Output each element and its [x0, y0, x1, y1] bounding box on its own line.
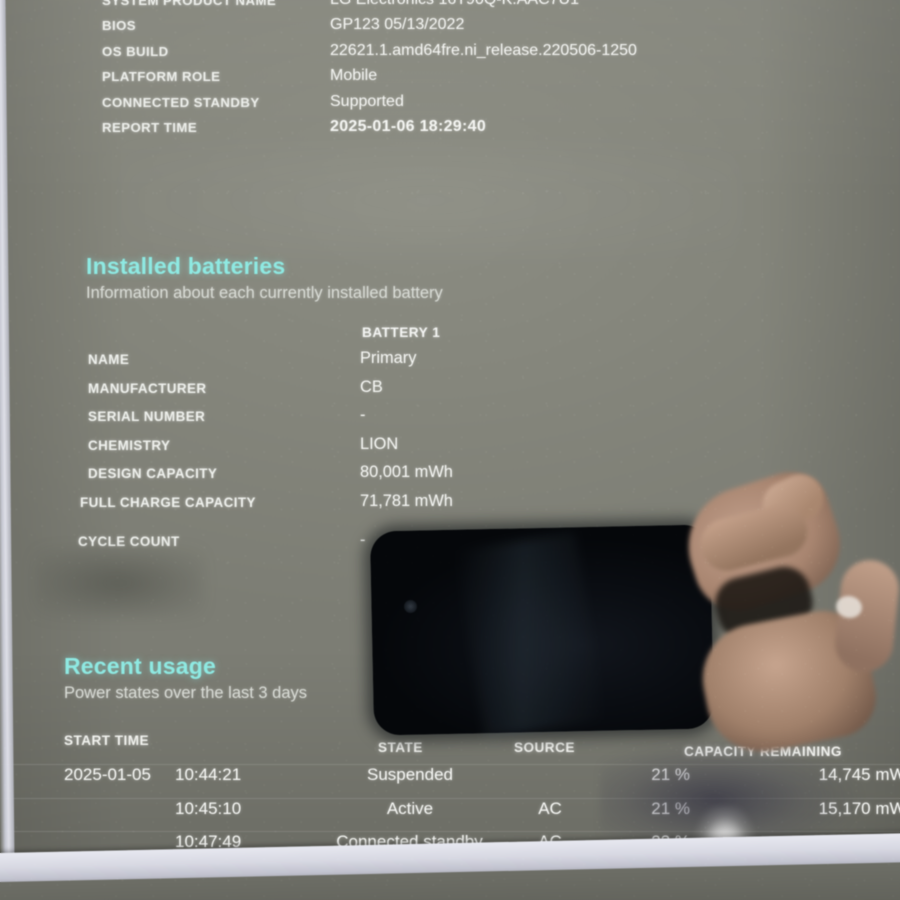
row-capacity-mwh: 15,170 mWh [818, 798, 900, 818]
system-info-value: Mobile [330, 67, 378, 85]
battery-report-content: SYSTEM PRODUCT NAME LG Electronics 16T90… [0, 0, 900, 900]
system-info-value: 22621.1.amd64fre.ni_release.220506-1250 [330, 41, 637, 59]
battery-detail-value: LION [360, 434, 399, 453]
system-information-table: SYSTEM PRODUCT NAME LG Electronics 16T90… [0, 0, 900, 145]
system-info-value: GP123 05/13/2022 [330, 16, 465, 34]
recent-usage-header-row: START TIME STATE SOURCE CAPACITY REMAINI… [0, 731, 900, 764]
battery-detail-row: DESIGN CAPACITY 80,001 mWh [0, 463, 900, 495]
battery-detail-label: DESIGN CAPACITY [88, 466, 218, 482]
row-time: 10:44:21 [175, 765, 242, 784]
system-info-row: BIOS GP123 05/13/2022 [0, 16, 900, 43]
system-info-row: OS BUILD 22621.1.amd64fre.ni_release.220… [0, 41, 900, 69]
installed-batteries-subtitle: Information about each currently install… [86, 284, 443, 302]
battery-detail-row: NAME Primary [0, 349, 900, 381]
row-date: 2025-01-05 [64, 765, 151, 784]
row-state: Suspended [366, 765, 454, 784]
battery-detail-row: MANUFACTURER CB [0, 377, 900, 410]
system-info-row: CONNECTED STANDBY Supported [0, 92, 900, 120]
battery-detail-row: FULL CHARGE CAPACITY 71,781 mWh [0, 491, 900, 534]
column-header-state: STATE [378, 740, 423, 755]
row-state: Active [386, 798, 434, 818]
system-info-row: REPORT TIME 2025-01-06 18:29:40 [0, 117, 900, 145]
battery-detail-value: - [360, 406, 366, 425]
battery-detail-value: - [360, 530, 366, 549]
recent-usage-title: Recent usage [64, 653, 216, 679]
row-percent: 21 % [651, 765, 690, 784]
battery-detail-label: FULL CHARGE CAPACITY [80, 494, 256, 510]
row-percent: 21 % [651, 798, 690, 818]
battery-detail-value: Primary [360, 349, 417, 367]
system-info-label: PLATFORM ROLE [102, 69, 221, 85]
column-header-capacity-remaining: CAPACITY REMAINING [684, 744, 842, 759]
system-info-value: LG Electronics 16T90Q-K.AAC7U1 [330, 0, 579, 9]
system-info-label: BIOS [102, 18, 137, 34]
battery-detail-label: NAME [88, 352, 130, 367]
battery-detail-label: CHEMISTRY [88, 437, 171, 453]
system-info-value: Supported [330, 92, 404, 110]
column-header-start-time: START TIME [64, 733, 150, 748]
battery-detail-row: CYCLE COUNT - [0, 530, 900, 563]
installed-batteries-section-header: Installed batteries Information about ea… [86, 253, 443, 303]
system-info-label: CONNECTED STANDBY [102, 94, 260, 110]
system-info-row: PLATFORM ROLE Mobile [0, 67, 900, 94]
recent-usage-subtitle: Power states over the last 3 days [64, 684, 308, 702]
table-row: 2025-01-05 10:44:21 Suspended 21 % 14,74… [0, 764, 900, 798]
recent-usage-section-header: Recent usage Power states over the last … [64, 653, 307, 703]
battery-detail-label: CYCLE COUNT [78, 533, 180, 549]
system-info-label: REPORT TIME [102, 119, 198, 135]
system-info-label: SYSTEM PRODUCT NAME [102, 0, 277, 8]
column-header-source: SOURCE [514, 740, 575, 755]
installed-batteries-title: Installed batteries [86, 253, 286, 279]
table-row: 2025-01-05 10:45:10 Active AC 21 % 15,17… [0, 797, 900, 832]
battery-detail-value: CB [360, 377, 383, 396]
battery-detail-value: 80,001 mWh [360, 463, 453, 482]
laptop-screen-photograph: SYSTEM PRODUCT NAME LG Electronics 16T90… [0, 0, 900, 900]
report-time-value: 2025-01-06 18:29:40 [330, 117, 487, 135]
row-capacity-mwh: 14,745 mWh [818, 765, 900, 784]
battery-detail-value: 71,781 mWh [360, 491, 453, 510]
battery-column-header: BATTERY 1 [362, 325, 441, 340]
system-info-label: OS BUILD [102, 43, 169, 59]
battery-details-table: BATTERY 1 NAME Primary MANUFACTURER CB S… [0, 325, 900, 563]
battery-detail-label: MANUFACTURER [88, 380, 207, 396]
battery-detail-row: SERIAL NUMBER - [0, 406, 900, 438]
row-time: 10:45:10 [175, 798, 242, 818]
battery-detail-label: SERIAL NUMBER [88, 409, 206, 425]
